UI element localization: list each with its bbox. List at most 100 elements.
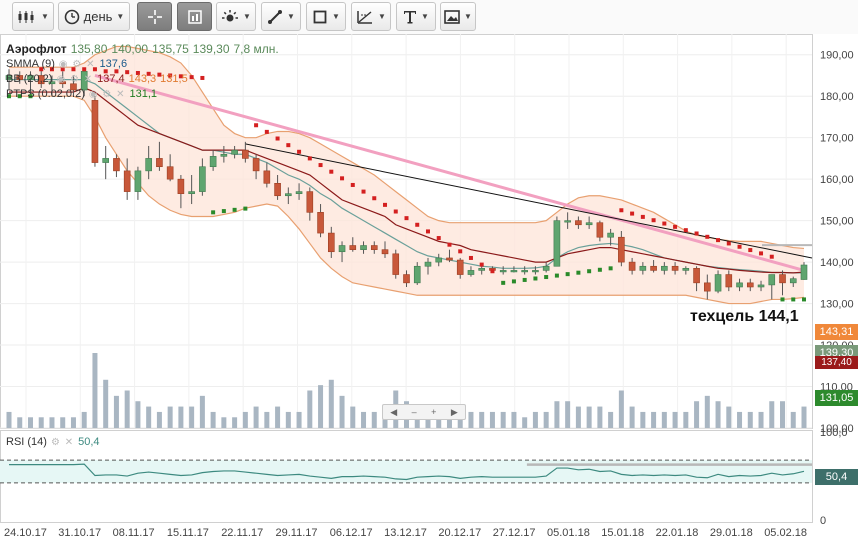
candle-body	[446, 257, 453, 261]
volume-bar	[232, 417, 238, 428]
candle-body	[327, 232, 335, 253]
candle-body	[671, 265, 679, 271]
candle-body	[725, 274, 733, 288]
volume-bar	[651, 411, 657, 428]
sar-dot	[243, 206, 248, 211]
volume-bar	[479, 411, 485, 428]
legend-rsi-label: RSI (14)	[6, 436, 47, 448]
x-tick-label: 22.01.18	[656, 527, 699, 539]
volume-bar	[747, 411, 753, 428]
indicator-settings-icons[interactable]: ◉ ⚙ ✕	[56, 74, 93, 85]
volume-bar	[339, 395, 345, 428]
candle-body	[661, 265, 668, 271]
sar-dot	[544, 275, 549, 280]
scroll-plus-icon[interactable]: +	[431, 407, 436, 417]
candle-body	[542, 265, 550, 271]
legend-open: 135,80	[70, 42, 108, 56]
sar-dot	[361, 189, 366, 194]
x-tick-label: 06.12.17	[330, 527, 373, 539]
sar-dot	[694, 231, 699, 236]
candle-body	[768, 274, 776, 286]
x-tick-label: 08.11.17	[113, 527, 155, 539]
volume-bar	[629, 406, 635, 428]
sar-dot	[264, 129, 269, 134]
x-tick-label: 31.10.17	[58, 527, 101, 539]
candle-body	[467, 270, 475, 275]
target-annotation[interactable]: техцель 144,1	[690, 308, 799, 326]
scroll-right-icon[interactable]: ▶	[451, 407, 458, 418]
candle-body	[413, 265, 421, 284]
y-tick-label: 160,00	[820, 174, 854, 186]
indicator-settings-icons[interactable]: ◉ ⚙ ✕	[59, 59, 96, 70]
candle-body	[242, 149, 249, 159]
candle-body	[521, 270, 528, 273]
legend-smma-value: 137,6	[99, 58, 128, 70]
sar-dot	[307, 156, 312, 161]
volume-bar	[70, 417, 76, 428]
volume-bar	[285, 411, 291, 428]
x-tick-label: 20.12.17	[438, 527, 481, 539]
volume-bar	[715, 401, 721, 428]
candle-body	[714, 274, 722, 292]
candle-body	[510, 270, 518, 273]
indicator-settings-icons[interactable]: ◉ ⚙ ✕	[89, 89, 126, 100]
legend-main: Аэрофлот 135,80 140,00 135,75 139,30 7,8…	[6, 42, 279, 56]
volume-bar	[296, 411, 302, 428]
legend-bb-label: BB (20,2)	[6, 73, 53, 85]
volume-bar	[522, 417, 528, 428]
legend-bb-mid: 137,4	[97, 73, 125, 85]
sar-dot	[447, 242, 452, 247]
sar-dot	[587, 269, 592, 274]
volume-bar	[156, 411, 162, 428]
volume-bar	[554, 401, 560, 428]
scroll-minus-icon[interactable]: –	[412, 407, 417, 417]
volume-bar	[6, 411, 12, 428]
scroll-left-icon[interactable]: ◀	[390, 407, 397, 418]
sar-dot	[640, 214, 645, 219]
candle-body	[338, 245, 346, 253]
candle-body	[91, 100, 99, 163]
volume-bar	[769, 401, 775, 428]
candle-body	[156, 158, 163, 168]
candle-body	[285, 193, 292, 197]
volume-bar	[350, 406, 356, 428]
chart-area[interactable]: 100,00110,00120,00130,00140,00150,00160,…	[0, 0, 858, 540]
volume-bar	[511, 411, 517, 428]
sar-dot	[211, 210, 216, 215]
sar-dot	[372, 196, 377, 201]
volume-bar	[135, 401, 141, 428]
volume-bar	[468, 411, 474, 428]
sar-dot	[468, 255, 473, 260]
x-tick-label: 15.01.18	[601, 527, 644, 539]
y-tick-label: 150,00	[820, 216, 854, 228]
volume-bar	[371, 411, 377, 428]
x-tick-label: 05.01.18	[547, 527, 590, 539]
bb-upper-price-tag: 143,31	[815, 324, 858, 340]
sar-dot	[501, 280, 506, 285]
sar-dot	[619, 208, 624, 213]
volume-bar	[199, 395, 205, 428]
chart-scroll-control[interactable]: ◀ – + ▶	[382, 404, 466, 420]
sar-dot	[705, 234, 710, 239]
candle-body	[682, 268, 690, 271]
x-tick-label: 29.01.18	[710, 527, 753, 539]
volume-bar	[608, 411, 614, 428]
volume-bar	[361, 411, 367, 428]
sar-dot	[737, 244, 742, 249]
candle-body	[553, 220, 561, 267]
candle-body	[736, 282, 743, 288]
candle-body	[370, 245, 378, 250]
legend-close: 139,30	[192, 42, 230, 56]
volume-bar	[597, 406, 603, 428]
sar-dot	[340, 176, 345, 181]
candle-body	[360, 245, 367, 250]
x-tick-label: 27.12.17	[493, 527, 536, 539]
candle-body	[704, 282, 711, 292]
indicator-settings-icons[interactable]: ⚙ ✕	[51, 437, 74, 448]
candle-body	[693, 268, 700, 284]
candle-body	[650, 265, 657, 271]
volume-bar	[103, 379, 109, 428]
candle-body	[607, 232, 614, 238]
candle-body	[188, 191, 195, 194]
volume-bar	[178, 406, 184, 428]
